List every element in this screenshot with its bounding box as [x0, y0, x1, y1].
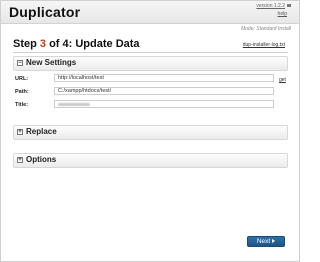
installer-window: Duplicator version 1.2.2 help Mode: Stan…: [0, 0, 300, 262]
replace-label: Replace: [26, 127, 57, 136]
title-divider: [13, 52, 288, 53]
get-url-link[interactable]: get: [279, 77, 286, 83]
app-title: Duplicator: [9, 4, 81, 20]
new-settings-panel-header[interactable]: − New Settings: [13, 56, 288, 71]
install-mode: Mode: Standard Install: [240, 26, 291, 32]
step-suffix: of 4: Update Data: [46, 38, 140, 50]
collapse-icon: −: [17, 60, 23, 66]
app-header: Duplicator version 1.2.2 help: [1, 1, 299, 24]
blurred-title-value: [58, 103, 90, 106]
title-label: Title:: [15, 102, 29, 108]
new-settings-label: New Settings: [26, 58, 77, 67]
next-button-label: Next: [256, 238, 271, 245]
installer-log-link[interactable]: dup-installer-log.txt: [243, 42, 285, 48]
options-panel-header[interactable]: + Options: [13, 153, 288, 168]
url-input[interactable]: http://localhost/test: [54, 74, 274, 82]
lock-icon: [287, 4, 291, 7]
step-prefix: Step: [13, 38, 40, 50]
expand-icon: +: [17, 157, 23, 163]
url-label: URL:: [15, 76, 29, 82]
page-title: Step 3 of 4: Update Data: [13, 38, 140, 50]
path-label: Path:: [15, 89, 29, 95]
path-input[interactable]: C:/xampp/htdocs/test/: [54, 87, 274, 95]
version-label: version 1.2.2: [256, 3, 285, 9]
expand-icon: +: [17, 129, 23, 135]
help-link[interactable]: help: [278, 11, 287, 17]
options-label: Options: [26, 155, 57, 164]
version-link[interactable]: version 1.2.2: [256, 3, 291, 9]
replace-panel-header[interactable]: + Replace: [13, 125, 288, 140]
title-input[interactable]: [54, 100, 274, 108]
next-button[interactable]: Next: [247, 236, 285, 247]
arrow-right-icon: [272, 239, 276, 243]
